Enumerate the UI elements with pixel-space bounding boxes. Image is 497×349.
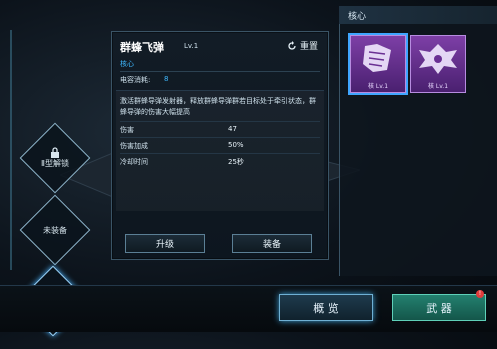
stat-label: 冷却时间 [120, 158, 148, 166]
core-panel-title: 核心 [348, 12, 367, 22]
skill-category: 核心 [120, 60, 134, 68]
stat-value: 25秒 [228, 158, 244, 166]
divider [120, 153, 320, 154]
cost-value: 8 [164, 75, 169, 83]
stat-value: 47 [228, 125, 237, 133]
notification-badge: ! [476, 290, 484, 298]
left-frame-bracket [0, 30, 12, 270]
stat-value: 50% [228, 141, 244, 149]
core-item-card[interactable]: 核 Lv.1 [350, 35, 406, 93]
reset-label: 重置 [299, 42, 318, 52]
locked-slot-button[interactable]: Ⅱ型解锁 [19, 122, 91, 194]
skill-description: 激活群蜂导弹发射器，释放群蜂导弹群若目标处于牵引状态，群蜂导弹的伤害大幅提高 [120, 97, 316, 116]
tab-weapon-label: 武 器 [426, 301, 452, 315]
stat-row: 伤害 47 [120, 125, 320, 136]
stat-label: 伤害 [120, 126, 134, 134]
divider [120, 137, 320, 138]
item-level-label: 核 Lv.1 [367, 83, 389, 90]
core-item-card[interactable]: 核 Lv.1 [410, 35, 466, 93]
item-level-label: 核 Lv.1 [427, 83, 449, 90]
claw-missile-icon [363, 44, 391, 72]
equip-button[interactable]: 装备 [232, 234, 312, 253]
reset-button[interactable]: 重置 [287, 39, 318, 52]
stat-row: 冷却时间 25秒 [120, 157, 320, 168]
equip-label: 装备 [262, 240, 281, 250]
locked-slot-label: Ⅱ型解锁 [41, 159, 69, 168]
lock-icon [51, 147, 59, 158]
unequipped-slot-button[interactable]: 未装备 [19, 194, 91, 266]
divider [120, 121, 320, 122]
unequipped-slot-label: 未装备 [43, 225, 67, 235]
divider [120, 71, 320, 72]
upgrade-button[interactable]: 升级 [125, 234, 205, 253]
refresh-icon [288, 40, 296, 50]
skill-title: 群蜂飞弹 [120, 41, 164, 54]
skill-level: Lv.1 [184, 42, 199, 50]
cost-label: 电容消耗: [120, 76, 151, 84]
upgrade-label: 升级 [155, 240, 174, 250]
stat-row: 伤害加成 50% [120, 141, 320, 152]
tab-weapon[interactable]: 武 器 [392, 294, 486, 321]
skill-detail-panel: 群蜂飞弹 Lv.1 重置 核心 电容消耗: 8 激活群蜂导弹发射器，释放群蜂导弹… [111, 31, 329, 260]
tab-overview-label: 概 览 [313, 301, 339, 315]
stat-label: 伤害加成 [120, 142, 148, 150]
wing-emblem-icon [419, 44, 457, 74]
tab-overview[interactable]: 概 览 [279, 294, 373, 321]
